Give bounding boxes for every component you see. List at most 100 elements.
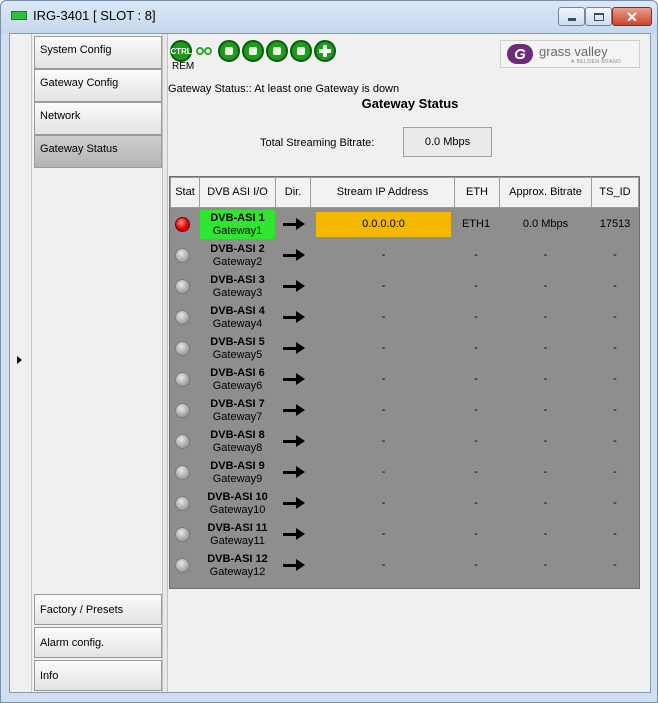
sidebar-item-system-config[interactable]: System Config <box>34 36 162 69</box>
page-title: Gateway Status <box>361 96 459 111</box>
dvb-asi-cell[interactable]: DVB-ASI 5 Gateway5 <box>200 334 275 363</box>
alarm-config-button[interactable]: Alarm config. <box>34 627 162 658</box>
stream-ip-cell[interactable]: - <box>316 460 451 485</box>
ts-id-cell: 17513 <box>599 218 631 230</box>
dvb-asi-cell[interactable]: DVB-ASI 7 Gateway7 <box>200 396 275 425</box>
status-led-icon <box>175 434 190 449</box>
stream-ip-cell[interactable]: - <box>316 367 451 392</box>
header-bitrate: Approx. Bitrate <box>499 177 592 208</box>
plus-icon[interactable] <box>314 40 336 62</box>
gateway-icon[interactable] <box>266 40 288 62</box>
device-icon <box>11 11 27 20</box>
gateway-status-table: Stat DVB ASI I/O Dir. Stream IP Address … <box>169 176 640 589</box>
gateway-name: Gateway10 <box>209 504 266 516</box>
status-led-icon <box>175 310 190 325</box>
close-icon: ✕ <box>626 8 638 25</box>
sidebar-item-gateway-config[interactable]: Gateway Config <box>34 69 162 102</box>
direction-arrow-icon <box>283 404 305 416</box>
table-row[interactable]: DVB-ASI 9 Gateway9 - - - - <box>170 458 639 487</box>
stream-ip-cell[interactable]: 0.0.0.0:0 <box>316 212 451 237</box>
eth-cell: - <box>474 528 478 540</box>
ts-id-cell: - <box>613 280 617 292</box>
total-bitrate-value: 0.0 Mbps <box>403 127 492 157</box>
sidebar-item-gateway-status[interactable]: Gateway Status <box>34 135 162 168</box>
table-row[interactable]: DVB-ASI 6 Gateway6 - - - - <box>170 365 639 394</box>
grass-valley-logo: G grass valley A BELDEN BRAND <box>500 40 640 68</box>
expand-arrow-icon[interactable] <box>17 356 22 364</box>
table-row[interactable]: DVB-ASI 10 Gateway10 - - - - <box>170 489 639 518</box>
table-row[interactable]: DVB-ASI 5 Gateway5 - - - - <box>170 334 639 363</box>
dvb-asi-cell[interactable]: DVB-ASI 9 Gateway9 <box>200 458 275 487</box>
header-eth: ETH <box>454 177 500 208</box>
table-row[interactable]: DVB-ASI 8 Gateway8 - - - - <box>170 427 639 456</box>
bitrate-cell: - <box>543 435 548 447</box>
status-icon[interactable] <box>242 40 264 62</box>
stream-ip-cell[interactable]: - <box>316 491 451 516</box>
status-led-icon <box>175 403 190 418</box>
dvb-asi-cell[interactable]: DVB-ASI 8 Gateway8 <box>200 427 275 456</box>
ctrl-icon[interactable]: CTRL <box>170 40 192 62</box>
gateway-name: Gateway11 <box>210 535 265 547</box>
dvb-asi-cell[interactable]: DVB-ASI 3 Gateway3 <box>200 272 275 301</box>
stream-ip-cell[interactable]: - <box>316 522 451 547</box>
sidebar-divider[interactable] <box>162 34 168 692</box>
direction-arrow-icon <box>283 342 305 354</box>
dvb-asi-cell[interactable]: DVB-ASI 12 Gateway12 <box>200 551 275 580</box>
factory-presets-button[interactable]: Factory / Presets <box>34 594 162 625</box>
dvb-asi-name: DVB-ASI 10 <box>207 491 268 503</box>
dvb-asi-name: DVB-ASI 7 <box>210 398 265 410</box>
status-icon[interactable] <box>218 40 240 62</box>
gateway-name: Gateway2 <box>212 256 263 268</box>
collapse-strip[interactable] <box>10 34 32 692</box>
dvb-asi-name: DVB-ASI 12 <box>207 553 268 565</box>
sidebar-item-network[interactable]: Network <box>34 102 162 135</box>
dvb-asi-cell[interactable]: DVB-ASI 6 Gateway6 <box>200 365 275 394</box>
table-row[interactable]: DVB-ASI 12 Gateway12 - - - - <box>170 551 639 580</box>
stream-ip-cell[interactable]: - <box>316 553 451 578</box>
dvb-asi-cell[interactable]: DVB-ASI 2 Gateway2 <box>200 241 275 270</box>
dvb-asi-name: DVB-ASI 8 <box>210 429 265 441</box>
ts-id-cell: - <box>613 466 617 478</box>
table-row[interactable]: DVB-ASI 3 Gateway3 - - - - <box>170 272 639 301</box>
app-window: IRG-3401 [ SLOT : 8] ✕ System Config Gat… <box>0 0 658 703</box>
table-row[interactable]: DVB-ASI 7 Gateway7 - - - - <box>170 396 639 425</box>
table-row[interactable]: DVB-ASI 11 Gateway11 - - - - <box>170 520 639 549</box>
stream-ip-cell[interactable]: - <box>316 274 451 299</box>
title-bar[interactable]: IRG-3401 [ SLOT : 8] ✕ <box>1 1 657 33</box>
gateway-status-message: Gateway Status:: At least one Gateway is… <box>168 83 400 95</box>
dvb-asi-cell[interactable]: DVB-ASI 1 Gateway1 <box>200 210 275 239</box>
stream-ip-cell[interactable]: - <box>316 305 451 330</box>
stream-ip-cell[interactable]: - <box>316 336 451 361</box>
table-row[interactable]: DVB-ASI 2 Gateway2 - - - - <box>170 241 639 270</box>
info-button[interactable]: Info <box>34 660 162 691</box>
eth-cell: - <box>474 559 478 571</box>
stream-ip-cell[interactable]: - <box>316 398 451 423</box>
link-icon[interactable] <box>196 44 214 58</box>
minimize-button[interactable] <box>558 7 585 26</box>
stream-ip-cell[interactable]: - <box>316 429 451 454</box>
stream-ip-cell[interactable]: - <box>316 243 451 268</box>
dvb-asi-name: DVB-ASI 1 <box>210 212 265 224</box>
table-row[interactable]: DVB-ASI 4 Gateway4 - - - - <box>170 303 639 332</box>
total-bitrate-label: Total Streaming Bitrate: <box>260 137 375 149</box>
status-led-icon <box>175 217 190 232</box>
dvb-asi-name: DVB-ASI 4 <box>210 305 265 317</box>
status-led-icon <box>175 527 190 542</box>
status-led-icon <box>175 496 190 511</box>
close-button[interactable]: ✕ <box>612 7 652 26</box>
gateway-icon[interactable] <box>290 40 312 62</box>
dvb-asi-cell[interactable]: DVB-ASI 10 Gateway10 <box>200 489 275 518</box>
eth-cell: ETH1 <box>461 218 491 230</box>
direction-arrow-icon <box>283 280 305 292</box>
dvb-asi-cell[interactable]: DVB-ASI 4 Gateway4 <box>200 303 275 332</box>
table-row[interactable]: DVB-ASI 1 Gateway1 0.0.0.0:0 ETH1 0.0 Mbps 17… <box>170 210 639 239</box>
bitrate-cell: - <box>543 249 548 261</box>
maximize-button[interactable] <box>585 7 612 26</box>
dvb-asi-cell[interactable]: DVB-ASI 11 Gateway11 <box>200 520 275 549</box>
status-led-icon <box>175 279 190 294</box>
ts-id-cell: - <box>613 404 617 416</box>
status-led-icon <box>175 341 190 356</box>
ts-id-cell: - <box>613 435 617 447</box>
gateway-name: Gateway9 <box>212 473 263 485</box>
status-led-icon <box>175 558 190 573</box>
